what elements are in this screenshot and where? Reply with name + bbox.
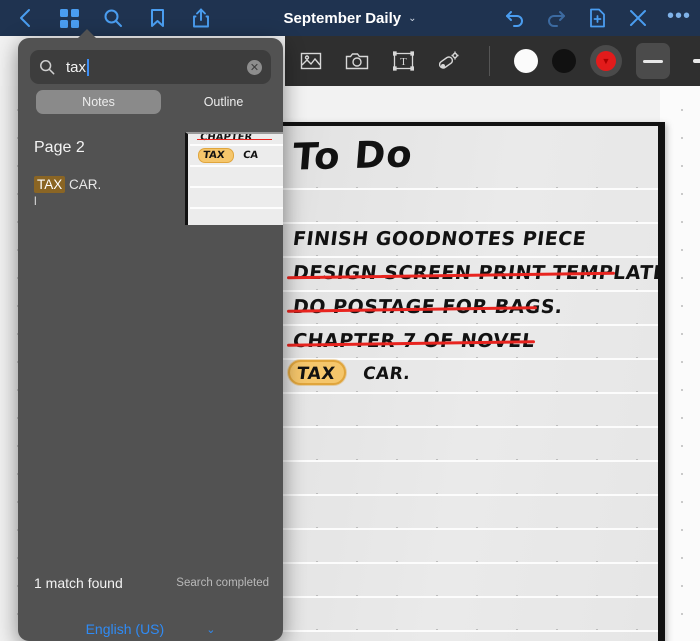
search-input[interactable]: tax ✕ <box>30 50 271 84</box>
color-swatch-red[interactable]: ▼ <box>596 51 616 71</box>
thickness-thin-icon <box>643 59 663 63</box>
page-title[interactable]: September Daily <box>284 10 402 27</box>
sticker-wand-icon[interactable] <box>433 45 465 77</box>
thickness-medium-button[interactable] <box>684 43 700 79</box>
result-snippet-rest: CAR. <box>65 177 102 192</box>
undo-icon[interactable] <box>500 4 530 32</box>
dotted-grid-pattern <box>660 86 700 641</box>
color-swatch-black[interactable] <box>552 49 576 73</box>
handwritten-tax-word: TAX <box>295 364 337 384</box>
search-scope-segmented-control: Notes Outline <box>36 90 283 114</box>
share-icon[interactable] <box>186 4 216 32</box>
bookmark-icon[interactable] <box>142 4 172 32</box>
search-icon <box>39 59 55 75</box>
result-snippet-highlight: TAX <box>34 176 66 193</box>
insert-image-icon[interactable] <box>295 45 327 77</box>
more-options-icon[interactable]: ••• <box>664 4 694 32</box>
search-result-row[interactable]: Page 2 TAX CAR. l CHAPTER TAX CA <box>18 126 283 225</box>
result-page-thumbnail[interactable]: CHAPTER TAX CA <box>185 132 283 225</box>
chevron-down-icon[interactable]: ⌄ <box>408 13 416 24</box>
thumbnail-strikethrough <box>197 139 272 141</box>
handwritten-title: To Do <box>291 132 415 179</box>
text-cursor <box>87 58 90 76</box>
popover-arrow <box>76 29 98 40</box>
thumbnails-grid-icon[interactable] <box>54 4 84 32</box>
add-page-icon[interactable] <box>582 4 612 32</box>
search-popover-panel: tax ✕ Notes Outline Page 2 TAX CAR. l CH… <box>18 38 283 641</box>
language-label[interactable]: English (US) <box>86 621 165 637</box>
top-navigation-bar: September Daily ⌄ ••• <box>0 0 700 36</box>
match-count-label: 1 match found <box>34 575 123 591</box>
tab-notes[interactable]: Notes <box>36 90 161 114</box>
language-selector[interactable]: English (US) ⌄ <box>18 621 283 637</box>
chevron-down-icon[interactable]: ⌄ <box>206 623 215 636</box>
thumbnail-tax-word: TAX <box>202 150 226 161</box>
search-status-row: 1 match found Search completed <box>34 575 269 591</box>
next-page-preview[interactable] <box>660 86 700 641</box>
search-icon[interactable] <box>98 4 128 32</box>
color-swatch-red-selected[interactable]: ▼ <box>590 45 622 77</box>
text-box-icon[interactable]: T <box>387 45 419 77</box>
svg-text:T: T <box>400 56 407 68</box>
thumbnail-struck-word: CHAPTER <box>199 132 253 143</box>
redo-icon[interactable] <box>541 4 571 32</box>
handwritten-car-word: CAR. <box>361 364 412 384</box>
search-results-list[interactable]: Page 2 TAX CAR. l CHAPTER TAX CA <box>18 126 283 567</box>
camera-icon[interactable] <box>341 45 373 77</box>
close-icon[interactable] <box>623 4 653 32</box>
thickness-thin-button[interactable] <box>636 43 670 79</box>
search-status-label: Search completed <box>176 577 269 589</box>
topbar-left-group <box>0 4 216 32</box>
chevron-left-icon[interactable] <box>10 4 40 32</box>
thumbnail-trailing-word: CA <box>242 150 259 161</box>
handwritten-line-1: FINISH GOODNOTES PIECE <box>291 228 588 250</box>
current-note-page[interactable]: To Do FINISH GOODNOTES PIECE DESIGN SCRE… <box>245 122 665 641</box>
search-query-value: tax <box>66 58 87 76</box>
thickness-medium-icon <box>693 59 700 63</box>
insert-tools-group: T ▼ <box>285 43 700 79</box>
topbar-right-group: ••• <box>500 0 694 36</box>
tab-outline[interactable]: Outline <box>161 90 283 114</box>
drawing-toolbar: T ▼ <box>285 36 700 86</box>
search-panel-footer: 1 match found Search completed English (… <box>18 567 283 641</box>
toolbar-divider <box>489 46 490 76</box>
color-swatch-white[interactable] <box>514 49 538 73</box>
clear-search-button[interactable]: ✕ <box>247 59 262 75</box>
search-input-text[interactable]: tax <box>66 58 247 76</box>
goodnotes-app-window: To Do FINISH GOODNOTES PIECE DESIGN SCRE… <box>0 0 700 641</box>
